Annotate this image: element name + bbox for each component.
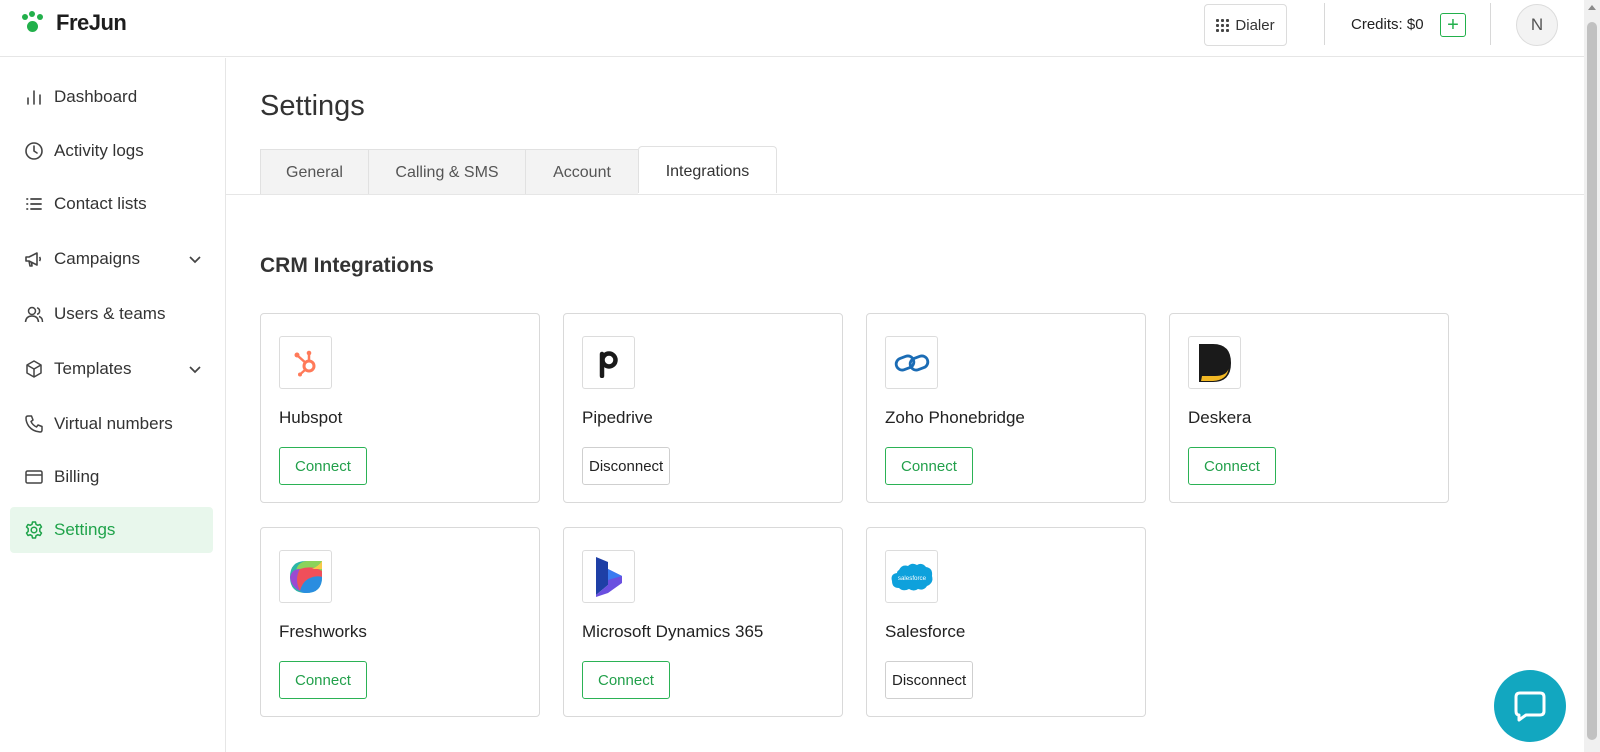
header-divider xyxy=(1490,3,1491,45)
cube-icon xyxy=(24,359,44,379)
sidebar-item-label: Campaigns xyxy=(54,249,140,268)
frejun-logo[interactable]: FreJun xyxy=(22,10,127,36)
add-credits-button[interactable]: + xyxy=(1440,13,1466,37)
connect-button[interactable]: Connect xyxy=(1188,447,1276,485)
scroll-up-arrow-icon[interactable] xyxy=(1588,5,1596,10)
sidebar-item-contact-lists[interactable]: Contact lists xyxy=(10,181,213,227)
list-icon xyxy=(24,194,44,214)
dialer-label: Dialer xyxy=(1235,16,1275,34)
sidebar-item-label: Settings xyxy=(54,520,116,539)
chat-widget-button[interactable] xyxy=(1494,670,1566,742)
users-icon xyxy=(24,304,44,324)
pipedrive-logo xyxy=(582,336,635,389)
integration-name: Freshworks xyxy=(279,622,367,641)
dynamics-logo xyxy=(582,550,635,603)
integration-card-freshworks: Freshworks Connect xyxy=(260,527,540,717)
connect-button[interactable]: Connect xyxy=(582,661,670,699)
sidebar-item-label: Users & teams xyxy=(54,304,166,323)
header-divider xyxy=(1324,3,1325,45)
integration-card-deskera: Deskera Connect xyxy=(1169,313,1449,503)
dialpad-icon xyxy=(1216,18,1230,32)
tab-general[interactable]: General xyxy=(260,149,368,195)
salesforce-logo-text: salesforce xyxy=(897,575,926,582)
integration-name: Deskera xyxy=(1188,408,1252,427)
tabs-divider xyxy=(226,194,1584,195)
sidebar-item-activity-logs[interactable]: Activity logs xyxy=(10,128,213,174)
integration-card-hubspot: Hubspot Connect xyxy=(260,313,540,503)
deskera-logo xyxy=(1188,336,1241,389)
sidebar-item-templates[interactable]: Templates xyxy=(10,346,213,392)
hubspot-logo xyxy=(279,336,332,389)
scrollbar-thumb[interactable] xyxy=(1587,22,1597,740)
integration-name: Zoho Phonebridge xyxy=(885,408,1025,427)
dialer-button[interactable]: Dialer xyxy=(1204,4,1287,46)
integration-name: Pipedrive xyxy=(582,408,653,427)
integration-card-zoho-phonebridge: Zoho Phonebridge Connect xyxy=(866,313,1146,503)
tab-account[interactable]: Account xyxy=(525,149,638,195)
tab-integrations[interactable]: Integrations xyxy=(638,146,777,193)
sidebar-item-label: Virtual numbers xyxy=(54,414,173,433)
sidebar-item-dashboard[interactable]: Dashboard xyxy=(10,74,213,120)
credits-text: Credits: $0 xyxy=(1351,16,1424,33)
page-scrollbar[interactable] xyxy=(1584,0,1600,752)
freshworks-logo xyxy=(279,550,332,603)
credit-card-icon xyxy=(24,467,44,487)
chevron-down-icon[interactable] xyxy=(187,251,203,267)
gear-icon xyxy=(24,520,44,540)
integration-card-pipedrive: Pipedrive Disconnect xyxy=(563,313,843,503)
chat-bubble-icon xyxy=(1514,691,1546,722)
user-avatar[interactable]: N xyxy=(1516,4,1558,46)
clock-icon xyxy=(24,141,44,161)
integration-card-microsoft-dynamics-365: Microsoft Dynamics 365 Connect xyxy=(563,527,843,717)
top-header: FreJun Dialer Credits: $0 + N xyxy=(0,0,1584,57)
integration-name: Microsoft Dynamics 365 xyxy=(582,622,764,641)
sidebar-item-users-teams[interactable]: Users & teams xyxy=(10,291,213,337)
connect-button[interactable]: Connect xyxy=(885,447,973,485)
sidebar-item-label: Templates xyxy=(54,359,132,378)
brand-name: FreJun xyxy=(56,10,127,35)
sidebar: Dashboard Activity logs Contact lists Ca… xyxy=(0,58,226,752)
sidebar-item-virtual-numbers[interactable]: Virtual numbers xyxy=(10,401,213,447)
salesforce-logo: salesforce xyxy=(885,550,938,603)
sidebar-item-label: Billing xyxy=(54,467,100,486)
tab-calling-sms[interactable]: Calling & SMS xyxy=(368,149,525,195)
chevron-down-icon[interactable] xyxy=(187,361,203,377)
sidebar-item-label: Activity logs xyxy=(54,141,144,160)
page-title: Settings xyxy=(260,90,365,122)
phone-icon xyxy=(24,414,44,434)
integration-card-salesforce: salesforce Salesforce Disconnect xyxy=(866,527,1146,717)
sidebar-item-campaigns[interactable]: Campaigns xyxy=(10,236,213,282)
bar-chart-icon xyxy=(24,87,44,107)
disconnect-button[interactable]: Disconnect xyxy=(582,447,671,485)
connect-button[interactable]: Connect xyxy=(279,447,367,485)
paw-logo-icon xyxy=(22,11,50,34)
sidebar-item-settings[interactable]: Settings xyxy=(10,507,213,553)
sidebar-item-billing[interactable]: Billing xyxy=(10,454,213,500)
megaphone-icon xyxy=(24,249,44,269)
settings-tabs: General Calling & SMS Account Integratio… xyxy=(260,146,777,195)
integration-name: Salesforce xyxy=(885,622,966,641)
sidebar-item-label: Contact lists xyxy=(54,194,147,213)
disconnect-button[interactable]: Disconnect xyxy=(885,661,974,699)
integration-name: Hubspot xyxy=(279,408,343,427)
sidebar-item-label: Dashboard xyxy=(54,87,138,106)
plus-icon: + xyxy=(1447,14,1459,36)
section-title: CRM Integrations xyxy=(260,254,434,277)
connect-button[interactable]: Connect xyxy=(279,661,367,699)
zoho-logo xyxy=(885,336,938,389)
